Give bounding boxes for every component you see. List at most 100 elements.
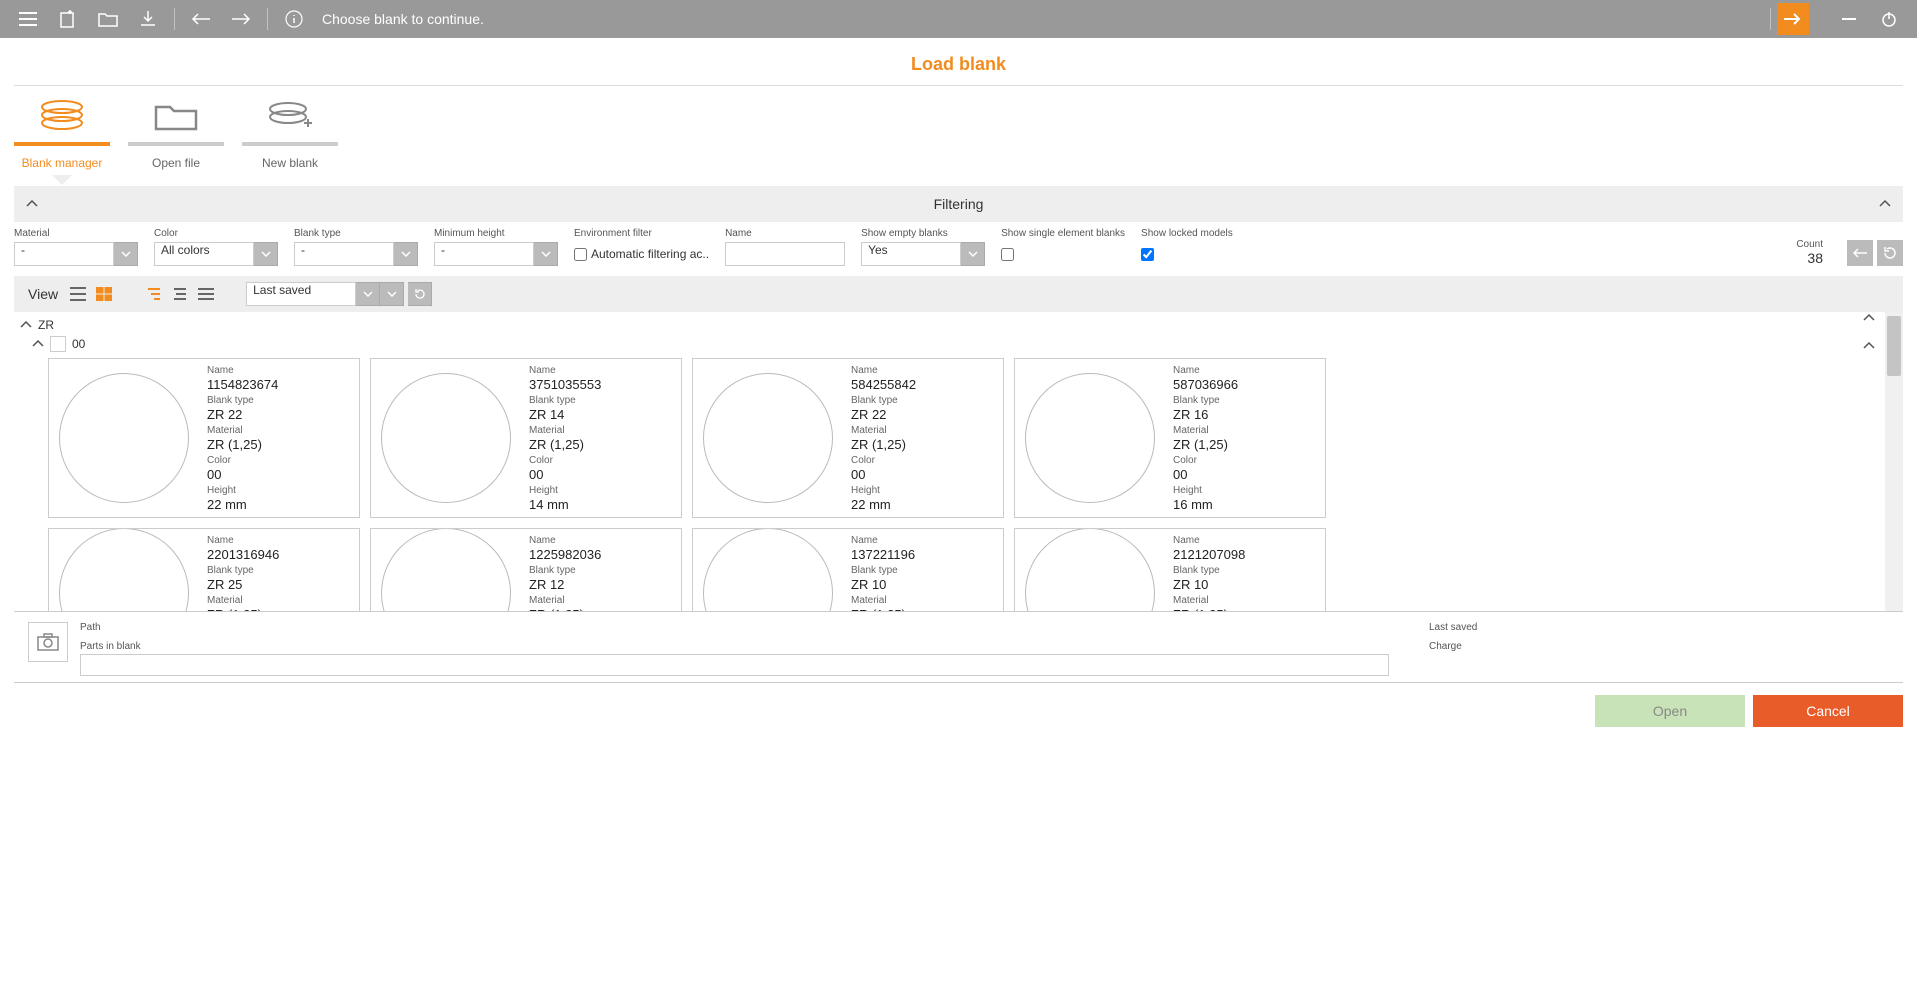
charge-field: Charge [1429, 641, 1889, 676]
open-folder-button[interactable] [88, 0, 128, 38]
blank-card[interactable]: Name1154823674 Blank typeZR 22 MaterialZ… [48, 358, 360, 518]
group-color-row: 00 [14, 334, 1883, 358]
parts-input[interactable] [80, 654, 1389, 676]
blank-meta: Name1225982036 Blank typeZR 12 MaterialZ… [521, 529, 681, 611]
dropdown-button[interactable] [254, 242, 278, 266]
blank-card[interactable]: Name2201316946 Blank typeZR 25 MaterialZ… [48, 528, 360, 611]
tab-open-file[interactable]: Open file [128, 96, 224, 176]
lastsaved-field: Last saved [1429, 622, 1889, 635]
blank-preview [371, 529, 521, 611]
collapse-filter-right[interactable] [1879, 200, 1891, 208]
dropdown-button[interactable] [356, 282, 380, 306]
blank-meta: Name1154823674 Blank typeZR 22 MaterialZ… [199, 359, 359, 517]
filter-refresh-button[interactable] [1877, 240, 1903, 266]
group-material-row: ZR [14, 312, 1883, 334]
dropdown-button[interactable] [961, 242, 985, 266]
blank-card[interactable]: Name137221196 Blank typeZR 10 MaterialZR… [692, 528, 1004, 611]
menu-button[interactable] [8, 0, 48, 38]
blank-card[interactable]: Name3751035553 Blank typeZR 14 MaterialZ… [370, 358, 682, 518]
blank-preview [693, 529, 843, 611]
row-collapse-2[interactable] [1863, 342, 1875, 350]
brand-button[interactable] [1777, 3, 1809, 35]
count-value: 38 [1807, 250, 1823, 266]
count-label: Count [1796, 239, 1823, 250]
parts-label: Parts in blank [80, 641, 1389, 652]
locked-checkbox[interactable] [1141, 248, 1154, 261]
forward-button[interactable] [221, 0, 261, 38]
blank-card[interactable]: Name2121207098 Blank typeZR 10 MaterialZ… [1014, 528, 1326, 611]
footer: Open Cancel [0, 683, 1917, 739]
blank-meta: Name137221196 Blank typeZR 10 MaterialZR… [843, 529, 1003, 611]
tab-label: New blank [262, 156, 318, 170]
collapse-filter-left[interactable] [26, 200, 38, 208]
env-label: Environment filter [574, 228, 709, 239]
empty-select[interactable]: Yes [861, 242, 961, 266]
blank-meta: Name3751035553 Blank typeZR 14 MaterialZ… [521, 359, 681, 517]
group-flat-icon[interactable] [170, 284, 190, 304]
dropdown-button[interactable] [534, 242, 558, 266]
filter-single: Show single element blanks [1001, 228, 1125, 266]
group-none-icon[interactable] [196, 284, 216, 304]
tabs: Blank manager Open file New blank [0, 86, 1917, 176]
scrollbar-thumb[interactable] [1887, 316, 1901, 376]
sort-select[interactable]: Last saved [246, 282, 356, 306]
group-tree-icon[interactable] [144, 284, 164, 304]
top-toolbar: Choose blank to continue. [0, 0, 1917, 38]
blanktype-select[interactable]: - [294, 242, 394, 266]
tab-pointer [52, 175, 72, 185]
blank-card[interactable]: Name584255842 Blank typeZR 22 MaterialZR… [692, 358, 1004, 518]
cancel-button[interactable]: Cancel [1753, 695, 1903, 727]
dropdown-button[interactable] [394, 242, 418, 266]
lastsaved-label: Last saved [1429, 622, 1889, 633]
blank-preview [371, 359, 521, 517]
filter-color: Color All colors [154, 228, 278, 266]
collapse-color[interactable] [32, 340, 44, 348]
dropdown-button[interactable] [114, 242, 138, 266]
env-checkbox[interactable] [574, 248, 587, 261]
name-label: Name [725, 228, 845, 239]
download-button[interactable] [128, 0, 168, 38]
minimize-button[interactable] [1829, 0, 1869, 38]
tab-blank-manager[interactable]: Blank manager [14, 96, 110, 176]
vertical-scrollbar[interactable] [1885, 312, 1903, 611]
sort-dir-button[interactable] [380, 282, 404, 306]
power-button[interactable] [1869, 0, 1909, 38]
filter-name: Name [725, 228, 845, 266]
view-grid-icon[interactable] [94, 284, 114, 304]
parts-field: Parts in blank [80, 641, 1389, 676]
open-button[interactable]: Open [1595, 695, 1745, 727]
count-box: Count 38 [1796, 239, 1823, 266]
cards-row: Name2201316946 Blank typeZR 25 MaterialZ… [14, 528, 1883, 611]
locked-label: Show locked models [1141, 228, 1233, 239]
color-swatch [50, 336, 66, 352]
blank-meta: Name587036966 Blank typeZR 16 MaterialZR… [1165, 359, 1325, 517]
blank-card[interactable]: Name1225982036 Blank typeZR 12 MaterialZ… [370, 528, 682, 611]
minheight-select[interactable]: - [434, 242, 534, 266]
single-checkbox[interactable] [1001, 248, 1014, 261]
row-collapse-1[interactable] [1863, 314, 1875, 322]
bottom-info: Path Last saved Parts in blank Charge [14, 612, 1903, 683]
blank-preview [49, 529, 199, 611]
empty-label: Show empty blanks [861, 228, 985, 239]
filter-back-button[interactable] [1847, 240, 1873, 266]
content-area: ZR 00 Name1154823674 Blank typeZR 22 Mat… [14, 312, 1903, 612]
name-input[interactable] [725, 242, 845, 266]
page-title: Load blank [14, 38, 1903, 86]
blank-card[interactable]: Name587036966 Blank typeZR 16 MaterialZR… [1014, 358, 1326, 518]
camera-button[interactable] [28, 622, 68, 662]
blank-meta: Name584255842 Blank typeZR 22 MaterialZR… [843, 359, 1003, 517]
collapse-material[interactable] [20, 321, 32, 329]
filter-material: Material - [14, 228, 138, 266]
material-select[interactable]: - [14, 242, 114, 266]
new-file-button[interactable] [48, 0, 88, 38]
color-select[interactable]: All colors [154, 242, 254, 266]
view-list-icon[interactable] [68, 284, 88, 304]
info-icon [274, 0, 314, 38]
tab-new-blank[interactable]: New blank [242, 96, 338, 176]
view-bar: View Last saved [14, 276, 1903, 312]
single-label: Show single element blanks [1001, 228, 1125, 239]
back-button[interactable] [181, 0, 221, 38]
blank-preview [693, 359, 843, 517]
sort-refresh-button[interactable] [408, 282, 432, 306]
path-field: Path [80, 622, 1389, 635]
